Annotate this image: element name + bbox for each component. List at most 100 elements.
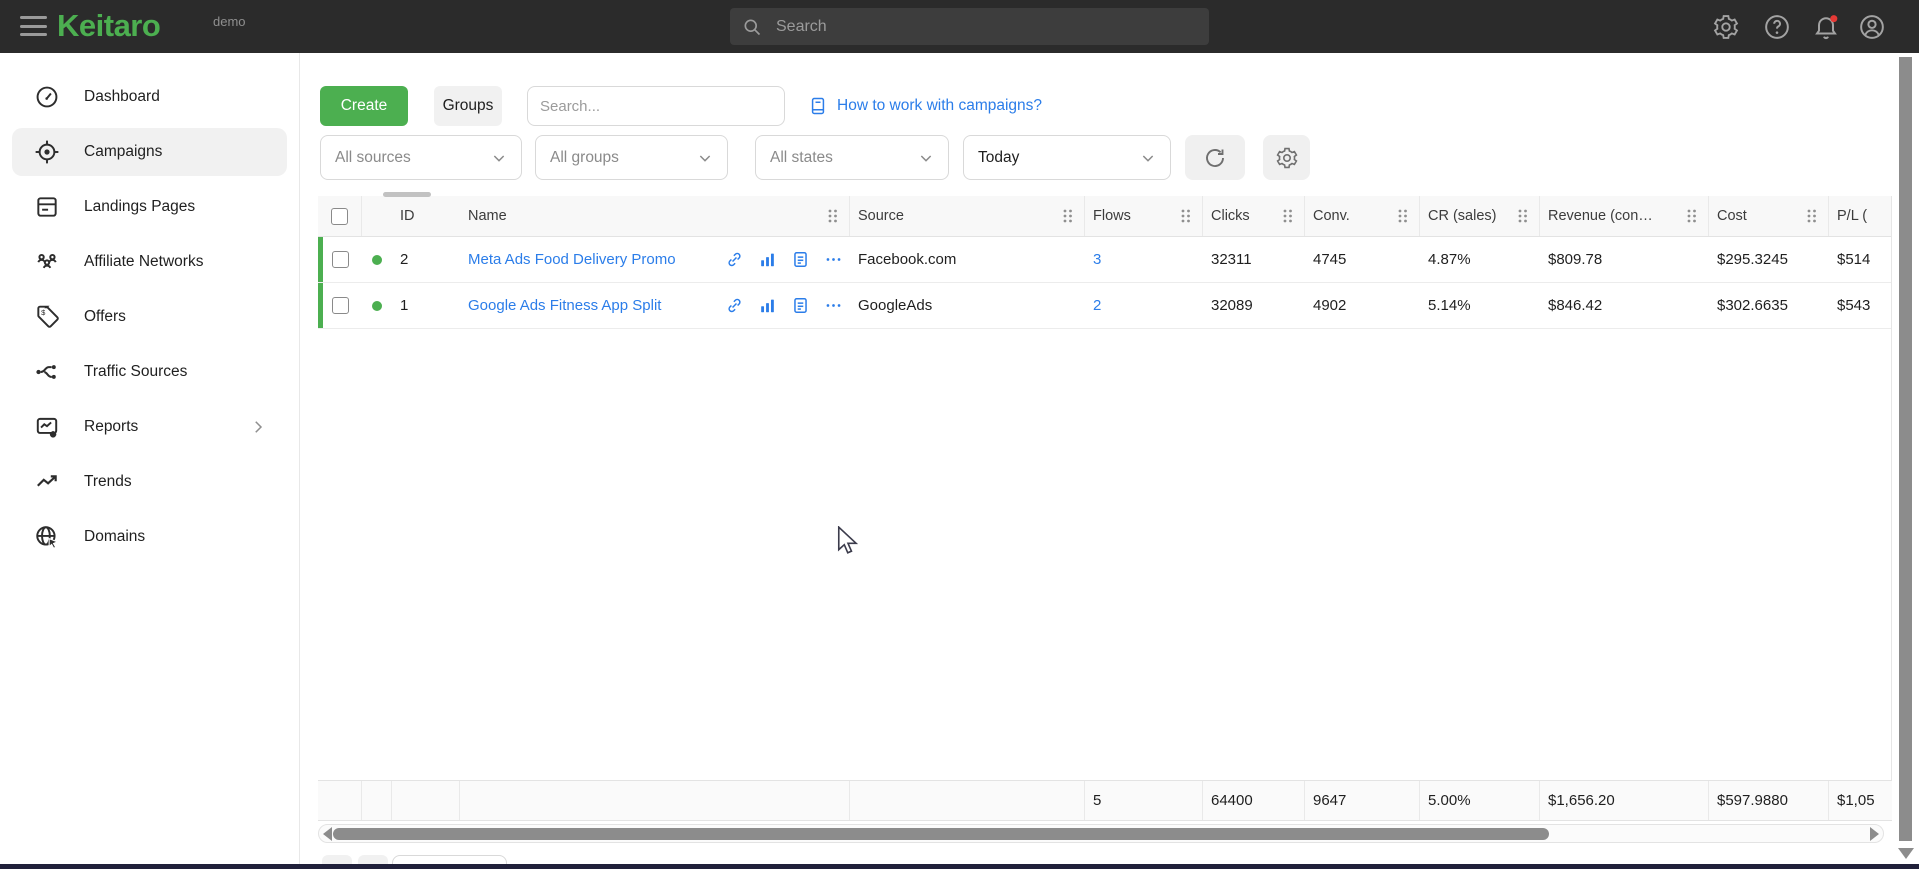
source-column-header[interactable]: Source <box>850 196 1085 236</box>
campaign-stats-icon[interactable] <box>758 296 777 315</box>
cost-value: $302.6635 <box>1709 283 1829 328</box>
groups-filter-dropdown[interactable]: All groups <box>535 135 728 180</box>
total-pl: $1,05 <box>1829 781 1892 820</box>
total-revenue: $1,656.20 <box>1540 781 1709 820</box>
more-actions-icon[interactable] <box>824 250 843 269</box>
flows-count-link[interactable]: 3 <box>1093 251 1101 268</box>
chevron-down-icon <box>918 150 934 166</box>
sources-filter-dropdown[interactable]: All sources <box>320 135 522 180</box>
sidebar-item-affiliate-networks[interactable]: Affiliate Networks <box>12 238 287 286</box>
cr-sales-column-header[interactable]: CR (sales) <box>1420 196 1540 236</box>
date-range-dropdown[interactable]: Today <box>963 135 1171 180</box>
search-icon <box>742 17 762 37</box>
campaign-report-icon[interactable] <box>791 296 810 315</box>
groups-button[interactable]: Groups <box>434 86 502 126</box>
column-drag-handle-icon[interactable] <box>826 208 839 224</box>
status-dot-active <box>372 301 382 311</box>
refresh-icon <box>1203 146 1227 170</box>
landings-pages-icon <box>34 194 60 220</box>
conversions-value: 4902 <box>1305 283 1420 328</box>
sidebar-label: Trends <box>84 473 132 491</box>
campaign-stats-icon[interactable] <box>758 250 777 269</box>
account-icon[interactable] <box>1858 13 1886 41</box>
column-drag-handle-icon[interactable] <box>1179 208 1192 224</box>
campaign-row[interactable]: 2 Meta Ads Food Delivery Promo Facebook.… <box>318 237 1892 283</box>
column-drag-handle-icon[interactable] <box>1805 208 1818 224</box>
flows-count-link[interactable]: 2 <box>1093 297 1101 314</box>
campaigns-search-input[interactable] <box>527 86 785 126</box>
campaign-link-icon[interactable] <box>725 296 744 315</box>
chevron-down-icon <box>697 150 713 166</box>
campaign-row[interactable]: 1 Google Ads Fitness App Split GoogleAds… <box>318 283 1892 329</box>
cost-value: $295.3245 <box>1709 237 1829 282</box>
help-icon[interactable] <box>1763 13 1791 41</box>
refresh-button[interactable] <box>1185 135 1245 180</box>
revenue-value: $846.42 <box>1540 283 1709 328</box>
more-actions-icon[interactable] <box>824 296 843 315</box>
conv-column-header[interactable]: Conv. <box>1305 196 1420 236</box>
select-all-checkbox[interactable] <box>331 208 348 225</box>
id-column-header[interactable]: ID <box>392 196 460 236</box>
campaign-name-link[interactable]: Google Ads Fitness App Split <box>468 297 661 314</box>
notifications-bell-icon[interactable] <box>1812 13 1840 41</box>
campaign-link-icon[interactable] <box>725 250 744 269</box>
global-search-input[interactable] <box>776 18 1197 36</box>
sidebar-item-dashboard[interactable]: Dashboard <box>12 73 287 121</box>
create-button[interactable]: Create <box>320 86 408 126</box>
sidebar-item-domains[interactable]: Domains <box>12 513 287 561</box>
app-logo: Keitaro <box>57 8 160 44</box>
dashboard-icon <box>34 84 60 110</box>
pl-column-header[interactable]: P/L ( <box>1829 196 1892 236</box>
sidebar-label: Campaigns <box>84 143 162 161</box>
demo-badge: demo <box>213 14 246 29</box>
sidebar-item-campaigns[interactable]: Campaigns <box>12 128 287 176</box>
column-drag-handle-icon[interactable] <box>1061 208 1074 224</box>
book-icon <box>808 96 828 116</box>
status-dot-active <box>372 255 382 265</box>
help-campaigns-link[interactable]: How to work with campaigns? <box>808 96 1042 116</box>
sidebar-item-trends[interactable]: Trends <box>12 458 287 506</box>
settings-gear-icon[interactable] <box>1712 13 1740 41</box>
total-flows: 5 <box>1085 781 1203 820</box>
name-column-header[interactable]: Name <box>460 196 850 236</box>
campaign-source: GoogleAds <box>850 283 1085 328</box>
cr-value: 5.14% <box>1420 283 1540 328</box>
pl-value: $514 <box>1829 237 1892 282</box>
sidebar-item-offers[interactable]: $ Offers <box>12 293 287 341</box>
horizontal-scrollbar[interactable] <box>318 824 1884 843</box>
flows-column-header[interactable]: Flows <box>1085 196 1203 236</box>
revenue-column-header[interactable]: Revenue (con… <box>1540 196 1709 236</box>
sidebar-item-traffic-sources[interactable]: Traffic Sources <box>12 348 287 396</box>
mouse-cursor <box>836 526 860 556</box>
chevron-down-icon <box>491 150 507 166</box>
row-checkbox[interactable] <box>332 297 349 314</box>
sidebar-item-landings-pages[interactable]: Landings Pages <box>12 183 287 231</box>
scroll-right-arrow[interactable] <box>1870 827 1879 841</box>
revenue-value: $809.78 <box>1540 237 1709 282</box>
help-link-label: How to work with campaigns? <box>837 97 1042 115</box>
vertical-scrollbar-thumb[interactable] <box>1899 57 1912 841</box>
global-search[interactable] <box>730 8 1209 45</box>
clicks-column-header[interactable]: Clicks <box>1203 196 1305 236</box>
table-settings-button[interactable] <box>1263 135 1310 180</box>
cost-column-header[interactable]: Cost <box>1709 196 1829 236</box>
horizontal-scrollbar-thumb[interactable] <box>333 828 1549 840</box>
trends-icon <box>34 469 60 495</box>
scroll-down-arrow[interactable] <box>1898 848 1914 859</box>
hamburger-menu-icon[interactable] <box>20 14 47 38</box>
column-drag-handle-icon[interactable] <box>1281 208 1294 224</box>
states-filter-dropdown[interactable]: All states <box>755 135 949 180</box>
campaign-id: 1 <box>392 283 460 328</box>
campaign-report-icon[interactable] <box>791 250 810 269</box>
topbar: Keitaro demo <box>0 0 1919 53</box>
total-cost: $597.9880 <box>1709 781 1829 820</box>
domains-globe-icon <box>34 524 60 550</box>
column-drag-handle-icon[interactable] <box>1685 208 1698 224</box>
sidebar-item-reports[interactable]: Reports <box>12 403 287 451</box>
column-drag-handle-icon[interactable] <box>1516 208 1529 224</box>
scroll-left-arrow[interactable] <box>323 827 332 841</box>
campaign-name-link[interactable]: Meta Ads Food Delivery Promo <box>468 251 676 268</box>
row-checkbox[interactable] <box>332 251 349 268</box>
total-clicks: 64400 <box>1203 781 1305 820</box>
column-drag-handle-icon[interactable] <box>1396 208 1409 224</box>
